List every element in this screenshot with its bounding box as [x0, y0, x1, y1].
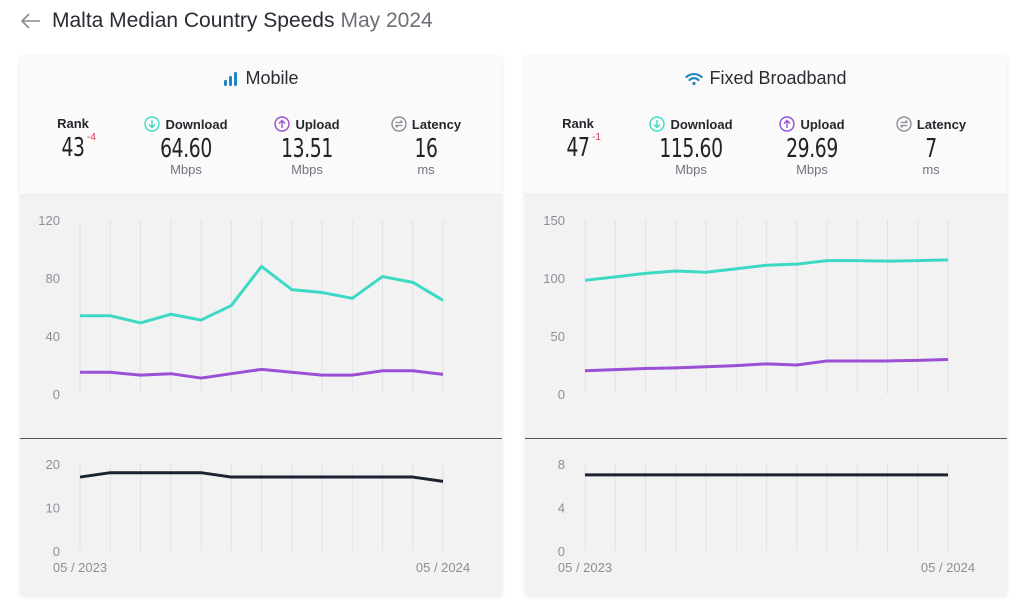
mobile-panel: Mobile Rank 43 -4 Download 64.60 Mbps Upload 13.…: [20, 56, 502, 596]
back-arrow-icon[interactable]: [20, 9, 44, 33]
fixed-broadband-panel: Fixed Broadband Rank 47 -1 Download 115.60 Mbp…: [525, 56, 1007, 596]
x-tick-label: 05 / 2024: [921, 560, 975, 575]
x-tick-label: 05 / 2024: [416, 560, 470, 575]
title-text: Malta Median Country Speeds: [52, 9, 335, 32]
page-title: Malta Median Country Speeds May 2024: [52, 9, 433, 33]
speed-chart: 0 40 80 120: [38, 213, 444, 402]
y-tick-label: 0: [558, 544, 565, 559]
x-tick-label: 05 / 2023: [558, 560, 612, 575]
speed-chart: 0 50 100 150: [543, 213, 949, 402]
y-tick-label: 4: [558, 501, 565, 516]
y-tick-label: 10: [46, 501, 60, 516]
y-tick-label: 0: [558, 387, 565, 402]
y-tick-label: 0: [53, 544, 60, 559]
y-tick-label: 100: [543, 271, 565, 286]
y-tick-label: 0: [53, 387, 60, 402]
chart-svg: 0 50 100 150 0 4 8 05 / 2023 05 / 2024: [543, 213, 975, 575]
y-tick-label: 150: [543, 213, 565, 228]
chart-svg: 0 40 80 120 0 10 20 05 / 2023 05 / 2024: [38, 213, 470, 575]
x-tick-label: 05 / 2023: [53, 560, 107, 575]
y-tick-label: 50: [551, 329, 565, 344]
title-date: May 2024: [340, 9, 433, 32]
y-tick-label: 40: [46, 329, 60, 344]
latency-chart: 0 10 20: [46, 457, 444, 559]
latency-chart: 0 4 8: [558, 457, 949, 559]
y-tick-label: 20: [46, 457, 60, 472]
y-tick-label: 8: [558, 457, 565, 472]
y-tick-label: 80: [46, 271, 60, 286]
page-header: Malta Median Country Speeds May 2024: [20, 6, 433, 36]
y-tick-label: 120: [38, 213, 60, 228]
